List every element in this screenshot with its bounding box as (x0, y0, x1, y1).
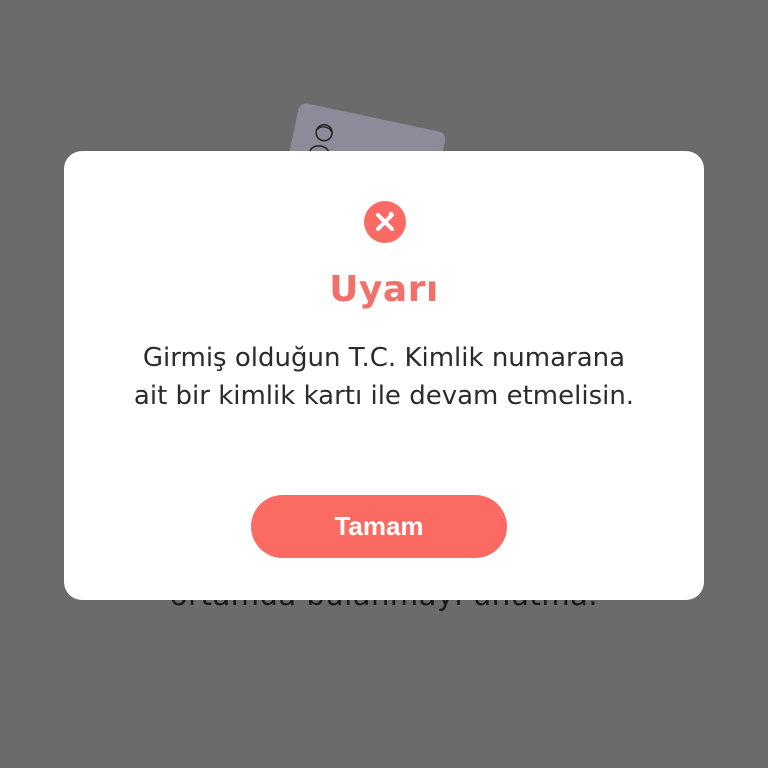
ok-button[interactable]: Tamam (251, 495, 507, 558)
warning-x-icon (364, 201, 406, 243)
warning-dialog: Uyarı Girmiş olduğun T.C. Kimlik numaran… (64, 151, 704, 600)
screen: ortamda bulanmayı unutma. Uyarı Girmiş o… (0, 0, 768, 768)
dialog-message: Girmiş olduğun T.C. Kimlik numarana ait … (133, 343, 635, 411)
dialog-title: Uyarı (329, 269, 439, 310)
